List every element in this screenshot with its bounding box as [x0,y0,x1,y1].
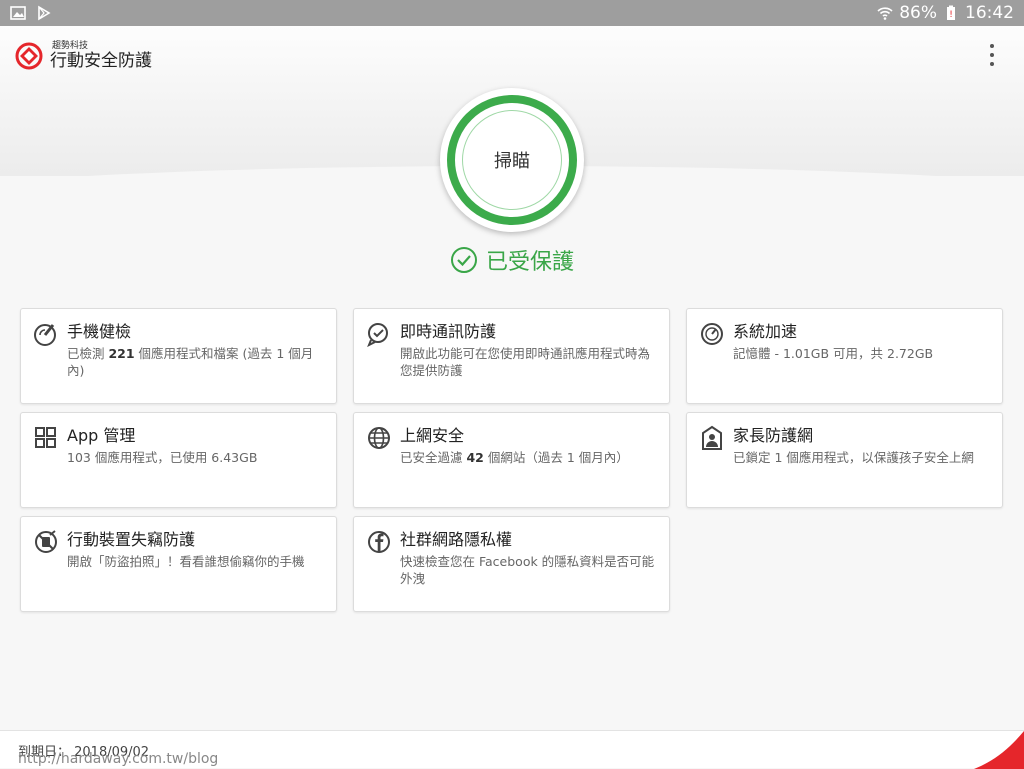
lost-device-icon [35,530,57,553]
card-title: 系統加速 [733,322,798,341]
brand-accent-stripe [974,731,1024,769]
card-desc: 快速檢查您在 Facebook 的隱私資料是否可能外洩 [400,554,655,586]
card-desc: 已檢測 221 個應用程式和檔案 (過去 1 個月內) [67,346,314,378]
checkup-icon [34,324,56,346]
card-desc: 已鎖定 1 個應用程式，以保護孩子安全上網 [733,450,974,465]
card-desc: 已安全過濾 42 個網站（過去 1 個月內） [400,450,629,465]
card-social-privacy[interactable]: 社群網路隱私權 快速檢查您在 Facebook 的隱私資料是否可能外洩 [353,516,670,612]
globe-icon [368,427,390,449]
check-circle-icon [450,247,477,273]
app-logo: 趨勢科技 行動安全防護 [14,42,152,70]
watermark-url: http://hardaway.com.tw/blog [18,751,219,767]
battery-icon: ! [947,5,955,20]
svg-text:!: ! [949,10,953,20]
play-store-icon [38,5,51,21]
footer: 到期日： 2018/09/02 http://hardaway.com.tw/b… [0,730,1024,769]
card-title: 行動裝置失竊防護 [67,530,196,549]
app-name: 行動安全防護 [50,51,152,71]
overflow-menu-icon[interactable] [988,44,996,70]
app-grid-icon [35,427,56,448]
card-title: App 管理 [67,426,136,445]
card-desc: 103 個應用程式，已使用 6.43GB [67,450,258,465]
wifi-icon [877,7,893,20]
trend-micro-logo-icon [15,42,43,70]
card-desc: 開啟此功能可在您使用即時通訊應用程式時為您提供防護 [400,346,651,378]
card-web-security[interactable]: 上網安全 已安全過濾 42 個網站（過去 1 個月內） [353,412,670,508]
status-bar: 86% ! 16:42 [0,0,1024,26]
scan-button[interactable]: 掃瞄 [440,88,584,232]
speedometer-icon [701,323,723,345]
chat-shield-icon [367,323,388,347]
card-title: 社群網路隱私權 [400,530,513,549]
scan-label: 掃瞄 [462,110,562,210]
facebook-icon [368,531,390,553]
card-system-boost[interactable]: 系統加速 記憶體 - 1.01GB 可用，共 2.72GB [686,308,1003,404]
company-name: 趨勢科技 [52,41,89,51]
gallery-icon [10,6,26,20]
card-desc: 開啟「防盜拍照」！看看誰想偷竊你的手機 [67,554,305,569]
battery-percent: 86% [899,3,937,23]
card-desc: 記憶體 - 1.01GB 可用，共 2.72GB [733,346,934,361]
card-im-protection[interactable]: 即時通訊防護 開啟此功能可在您使用即時通訊應用程式時為您提供防護 [353,308,670,404]
card-title: 上網安全 [400,426,465,445]
scan-ring: 掃瞄 [447,95,577,225]
card-title: 即時通訊防護 [400,322,497,341]
card-title: 手機健檢 [67,322,132,341]
status-text: 已受保護 [485,250,574,275]
card-title: 家長防護網 [733,426,814,445]
protection-status: 已受保護 [0,244,1024,276]
card-app-manager[interactable]: App 管理 103 個應用程式，已使用 6.43GB [20,412,337,508]
card-parental-controls[interactable]: 家長防護網 已鎖定 1 個應用程式，以保護孩子安全上網 [686,412,1003,508]
card-lost-device[interactable]: 行動裝置失竊防護 開啟「防盜拍照」！看看誰想偷竊你的手機 [20,516,337,612]
card-device-checkup[interactable]: 手機健檢 已檢測 221 個應用程式和檔案 (過去 1 個月內) [20,308,337,404]
clock: 16:42 [965,3,1014,23]
parental-icon [702,425,722,450]
